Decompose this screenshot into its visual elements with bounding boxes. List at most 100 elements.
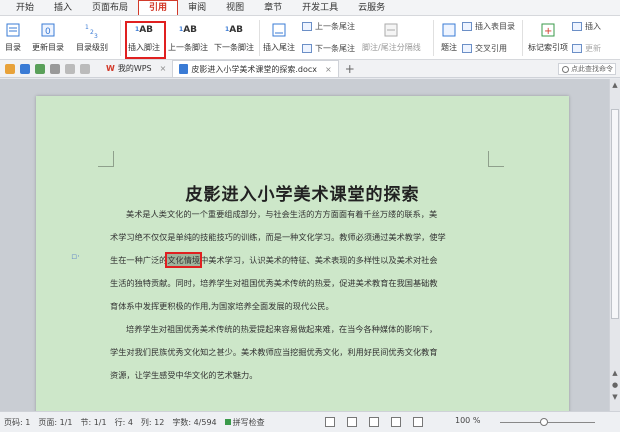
next-page-icon[interactable]: ▼ xyxy=(611,393,619,401)
row-info: 行: 4 xyxy=(114,417,133,427)
next-endnote-button[interactable]: 下一条尾注 xyxy=(302,43,355,54)
prev-page-icon[interactable]: ▲ xyxy=(611,369,619,377)
mark-index-label: 标记索引项 xyxy=(528,43,568,52)
wps-home-tab[interactable]: W 我的WPS × xyxy=(100,60,172,77)
ribbon-separator xyxy=(259,20,260,56)
prev-endnote-label: 上一条尾注 xyxy=(315,22,355,31)
paragraph-line: 生在一种广泛的文化情境中美术学习，认识美术的特征、美术表现的多样性以及美术对社会 xyxy=(110,252,515,268)
command-search-input[interactable]: 点此查找命令 xyxy=(558,63,616,75)
close-icon[interactable]: × xyxy=(325,65,332,74)
section-info: 节: 1/1 xyxy=(80,417,107,427)
prev-footnote-label: 上一条脚注 xyxy=(168,43,208,52)
select-browse-icon[interactable]: ● xyxy=(611,381,619,389)
new-tab-icon[interactable]: + xyxy=(345,62,355,76)
tab-developer[interactable]: 开发工具 xyxy=(292,0,348,16)
document-tab[interactable]: 皮影进入小学美术课堂的探索.docx × xyxy=(172,60,339,77)
selected-text-highlight[interactable]: 文化情境 xyxy=(165,252,203,268)
insert-footnote-highlight-box xyxy=(125,21,166,59)
svg-text:3: 3 xyxy=(94,33,98,38)
insert-toa-button[interactable]: 插入表目录 xyxy=(462,21,515,32)
quick-access-tab-bar: W 我的WPS × 皮影进入小学美术课堂的探索.docx × + 点此查找命令 xyxy=(0,60,620,78)
wps-tab-label: 我的WPS xyxy=(117,64,152,73)
paragraph-line: 生活的独特贡献。同时，培养学生对祖国优秀美术传统的热爱，促进美术教育在我国基础教 xyxy=(110,278,438,288)
ribbon-separator xyxy=(433,20,434,56)
tab-references[interactable]: 引用 xyxy=(138,0,179,15)
page-view-icon[interactable] xyxy=(347,417,357,427)
paragraph-line: 学生对我们民族优秀文化知之甚少。美术教师应当挖掘优秀文化，利用好民间优秀文化教育 xyxy=(110,347,438,357)
read-mode-icon[interactable] xyxy=(413,417,423,427)
spell-check-toggle[interactable]: 拼写检查 xyxy=(224,417,273,428)
zoom-slider-knob[interactable] xyxy=(540,418,548,426)
save-icon[interactable] xyxy=(20,63,30,74)
next-footnote-button[interactable]: 1 AB 下一条脚注 xyxy=(214,22,254,53)
ribbon-references: 目录 0 更新目录 123 目录级别 1 AB 插入脚注 1 AB 上一条脚注 1A… xyxy=(0,16,620,60)
tab-chapter[interactable]: 章节 xyxy=(254,0,292,16)
tab-start[interactable]: 开始 xyxy=(6,0,44,16)
insert-index-icon xyxy=(572,22,582,31)
view-mode-buttons xyxy=(325,417,435,427)
ribbon-separator xyxy=(522,20,523,56)
scroll-up-icon[interactable]: ▲ xyxy=(611,81,619,89)
undo-icon[interactable] xyxy=(65,63,75,74)
paragraph-line: 美术是人类文化的一个重要组成部分，与社会生活的方方面面有着千丝万缕的联系，美 xyxy=(126,209,438,219)
redo-icon[interactable] xyxy=(80,63,90,74)
open-folder-icon[interactable] xyxy=(5,63,15,74)
paragraph-marker-icon[interactable]: ▫· xyxy=(71,252,80,262)
update-toc-icon: 0 xyxy=(39,22,57,38)
toc-icon xyxy=(4,22,22,38)
vertical-scrollbar[interactable]: ▲ ▲ ● ▼ xyxy=(609,79,620,411)
svg-text:0: 0 xyxy=(45,27,51,37)
update-index-button[interactable]: 更新 xyxy=(572,43,601,54)
paragraph-line: 资源，让学生感受中华文化的艺术魅力。 xyxy=(110,370,258,380)
endnote-separator-button[interactable]: 脚注/尾注分隔线 xyxy=(362,22,421,53)
check-icon xyxy=(224,418,231,425)
tab-insert[interactable]: 插入 xyxy=(44,0,82,16)
ribbon-separator xyxy=(120,20,121,56)
document-title: 皮影进入小学美术课堂的探索 xyxy=(185,185,420,205)
paragraph-line: 培养学生对祖国优秀美术传统的热爱提起来容易做起来难，在当今各种媒体的影响下， xyxy=(126,324,438,334)
doc-file-icon xyxy=(179,64,189,74)
next-endnote-icon xyxy=(302,44,312,53)
margin-corner-mark xyxy=(488,151,504,167)
cross-ref-icon xyxy=(462,44,472,53)
page-number: 页码: 1 xyxy=(4,417,31,427)
menu-bar: 开始 插入 页面布局 引用 审阅 视图 章节 开发工具 云服务 xyxy=(0,0,620,16)
endnote-separator-label: 脚注/尾注分隔线 xyxy=(362,43,421,52)
next-endnote-label: 下一条尾注 xyxy=(315,44,355,53)
scrollbar-thumb[interactable] xyxy=(611,109,619,319)
toc-level-label: 目录级别 xyxy=(76,43,108,52)
outline-view-icon[interactable] xyxy=(369,417,379,427)
insert-endnote-button[interactable]: 插入尾注 xyxy=(263,22,295,53)
document-page[interactable]: 皮影进入小学美术课堂的探索 美术是人类文化的一个重要组成部分，与社会生活的方方面… xyxy=(36,96,569,411)
toc-level-button[interactable]: 123 目录级别 xyxy=(76,22,108,53)
tab-cloud-service[interactable]: 云服务 xyxy=(348,0,395,16)
caption-icon xyxy=(440,22,458,38)
update-toc-button[interactable]: 0 更新目录 xyxy=(32,22,64,53)
tab-view[interactable]: 视图 xyxy=(216,0,254,16)
print-icon[interactable] xyxy=(35,63,45,74)
toc-button[interactable]: 目录 xyxy=(4,22,22,53)
insert-index-button[interactable]: 插入 xyxy=(572,21,601,32)
preview-icon[interactable] xyxy=(50,63,60,74)
focus-mode-icon[interactable] xyxy=(325,417,335,427)
insert-toa-label: 插入表目录 xyxy=(475,22,515,31)
zoom-level[interactable]: 100 % xyxy=(455,416,480,425)
status-bar: 页码: 1 页面: 1/1 节: 1/1 行: 4 列: 12 字数: 4/59… xyxy=(0,411,620,432)
mark-index-button[interactable]: + 标记索引项 xyxy=(528,22,568,53)
column-info: 列: 12 xyxy=(140,417,165,427)
prev-footnote-button[interactable]: 1 AB 上一条脚注 xyxy=(168,22,208,53)
tab-page-layout[interactable]: 页面布局 xyxy=(82,0,138,16)
prev-endnote-button[interactable]: 上一条尾注 xyxy=(302,21,355,32)
line-suffix: 中美术学习，认识美术的特征、美术表现的多样性以及美术对社会 xyxy=(200,255,438,265)
web-view-icon[interactable] xyxy=(391,417,401,427)
word-count[interactable]: 字数: 4/594 xyxy=(172,417,216,428)
update-index-label: 更新 xyxy=(585,44,601,53)
close-icon[interactable]: × xyxy=(160,64,167,73)
tab-review[interactable]: 审阅 xyxy=(178,0,216,16)
prev-footnote-ab-icon: 1 AB xyxy=(179,24,198,35)
cross-ref-label: 交叉引用 xyxy=(475,44,507,53)
margin-corner-mark xyxy=(98,151,114,167)
cross-ref-button[interactable]: 交叉引用 xyxy=(462,43,507,54)
svg-text:+: + xyxy=(544,26,552,37)
caption-button[interactable]: 题注 xyxy=(440,22,458,53)
